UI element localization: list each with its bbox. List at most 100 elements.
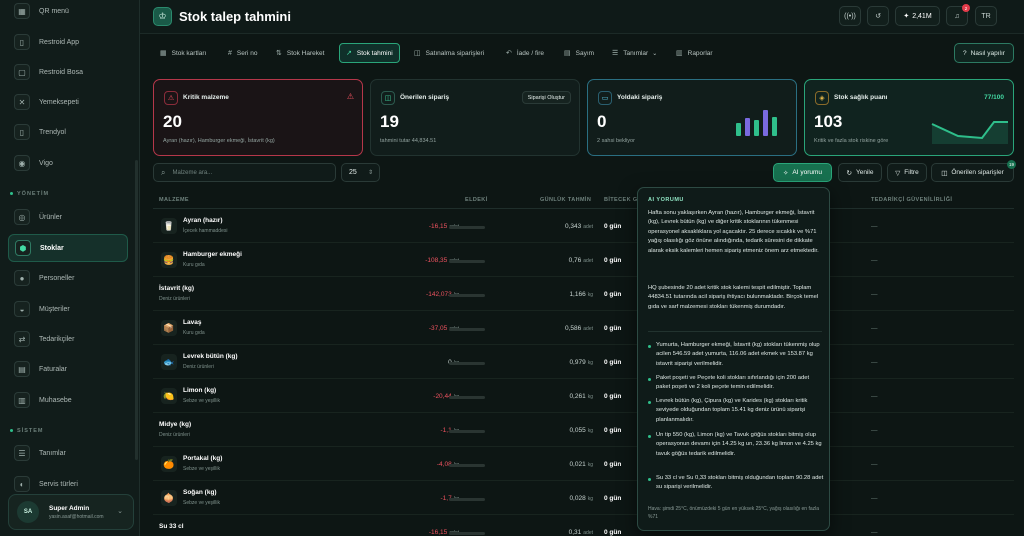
table-row[interactable]: 🍊 Portakal (kg) Sebze ve yeşillik -4,08kg 0,…: [153, 447, 1014, 481]
ai-bullet: Su 33 cl ve Su 0,33 stokları bitmiş oldu…: [648, 474, 824, 493]
mini-bar: [763, 110, 768, 136]
sidebar-item-restroid-app[interactable]: ▯ Restroid App: [8, 29, 128, 55]
stock-amount: -16,15: [428, 223, 448, 230]
days-left: 0 gün: [604, 291, 622, 298]
sidebar-item-staff[interactable]: ● Personeller: [8, 265, 128, 291]
table-row[interactable]: 🐟 Levrek bütün (kg) Deniz ürünleri 0kg 0,979…: [153, 345, 1014, 379]
ai-comment-button[interactable]: ✧ AI yorumu: [773, 163, 832, 182]
card-title: Önerilen sipariş: [400, 94, 450, 101]
sidebar-item-suppliers[interactable]: ⇄ Tedarikçiler: [8, 326, 128, 352]
table-row[interactable]: 🧅 Soğan (kg) Sebze ve yeşillik -1,7kg 0,028k…: [153, 481, 1014, 515]
qr-icon: ▦: [14, 3, 30, 19]
tab-definitions[interactable]: ☰ Tanımlar ⌄: [606, 43, 663, 63]
pin-icon: ◉: [14, 155, 30, 171]
daily-forecast: 0,028 kg: [513, 495, 593, 502]
product-thumbnail: 🍋: [161, 388, 177, 404]
card-value: 103: [814, 112, 843, 131]
table-row[interactable]: 🥛Ayran (hazır)İçecek hammaddesi-16,15ade…: [153, 209, 1014, 243]
filter-icon: ▽: [895, 169, 901, 177]
tablet-icon: ▯: [14, 124, 30, 140]
tab-count[interactable]: ▤ Sayım: [558, 43, 600, 63]
sidebar-item-yemeksepeti[interactable]: ✕ Yemeksepeti: [8, 89, 128, 115]
sidebar-item-vigo[interactable]: ◉ Vigo: [8, 150, 128, 176]
sidebar-item-accounting[interactable]: ▥ Muhasebe: [8, 387, 128, 413]
recommended-orders-button[interactable]: ◫ Önerilen siparişler 19: [931, 160, 1016, 182]
material-name: Limon (kg): [183, 387, 217, 394]
stock-level-bar: [449, 294, 485, 297]
tab-reports[interactable]: ▥ Raporlar: [670, 43, 719, 63]
section-label: SİSTEM: [17, 428, 44, 434]
sidebar-item-restroid-bosa[interactable]: ▢ Restroid Bosa: [8, 59, 128, 85]
history-button[interactable]: ↺: [867, 6, 889, 26]
product-thumbnail: 🍔: [161, 252, 177, 268]
alert-icon: ⚠: [164, 91, 178, 105]
table-row[interactable]: Midye (kg) Deniz ürünleri -1,1kg 0,055kg 0 g…: [153, 413, 1014, 447]
refresh-icon: ↻: [846, 169, 852, 177]
days-left: 0 gün: [604, 325, 622, 332]
daily-unit: kg: [587, 394, 593, 400]
user-menu[interactable]: SA Super Admin yasin.asaf@hotmail.com ⌄: [8, 494, 134, 530]
tab-purchase-orders[interactable]: ◫ Satınalma siparişleri: [408, 43, 490, 63]
page-size-select[interactable]: 25 ⇕: [341, 163, 380, 182]
days-left: 0 gün: [604, 257, 622, 264]
stock-value: -108,35adet: [363, 257, 459, 264]
sidebar-item-label: Ürünler: [39, 213, 62, 221]
tab-returns[interactable]: ↶ İade / fire: [500, 43, 550, 63]
history-icon: ↺: [875, 13, 881, 20]
create-order-button[interactable]: Siparişi Oluştur: [521, 91, 571, 104]
col-material[interactable]: MALZEME: [159, 197, 189, 203]
stock-value: -1,1kg: [363, 427, 459, 434]
ai-credit-button[interactable]: ✦ 2,41M: [895, 6, 940, 26]
table-row[interactable]: İstavrit (kg)Deniz ürünleri-142,073kg1,1…: [153, 277, 1014, 311]
tab-stock-forecast[interactable]: ↗ Stok tahmini: [339, 43, 400, 63]
sidebar-item-stocks[interactable]: ⬢ Stoklar: [8, 234, 128, 262]
sidebar-item-label: Restroid Bosa: [39, 68, 83, 76]
sidebar-item-customers[interactable]: ◒ Müşteriler: [8, 296, 128, 322]
phone-icon: ▯: [14, 34, 30, 50]
broadcast-button[interactable]: ((•)): [839, 6, 861, 26]
col-daily[interactable]: GÜNLÜK TAHMİN: [540, 197, 591, 203]
daily-forecast: 0,31 adet: [513, 529, 593, 536]
clipboard-icon: ▤: [564, 50, 571, 57]
page-title: Stok talep tahmini: [179, 9, 291, 24]
filter-button[interactable]: ▽ Filtre: [887, 163, 927, 182]
tab-stock-cards[interactable]: ▦ Stok kartları: [154, 43, 212, 63]
help-button[interactable]: ? Nasıl yapılır: [954, 43, 1014, 63]
table-row[interactable]: 🍋 Limon (kg) Sebze ve yeşillik -20,44kg 0,26…: [153, 379, 1014, 413]
daily-amount: 0,76: [568, 257, 582, 264]
search-input[interactable]: ⌕ Malzeme ara...: [153, 163, 336, 182]
users-icon: ◒: [14, 301, 30, 317]
table-row[interactable]: 📦LavaşKuru gıda-37,05adet0,586adet0 gün—: [153, 311, 1014, 345]
notifications-button[interactable]: ♫ 2: [946, 4, 970, 26]
col-stock[interactable]: ELDEKİ: [465, 197, 488, 203]
search-icon: ⌕: [161, 167, 166, 177]
chart-icon: ▥: [676, 50, 683, 57]
supplier-reliability: —: [871, 393, 878, 400]
sidebar-item-qr-menu[interactable]: ▦ QR menü: [8, 0, 128, 24]
page-size-value: 25: [349, 169, 357, 176]
sidebar-scrollbar[interactable]: [135, 160, 138, 460]
language-button[interactable]: TR: [975, 6, 997, 26]
sidebar-section-system: SİSTEM: [10, 428, 43, 434]
daily-amount: 0,979: [569, 359, 586, 366]
material-category: Kuru gıda: [183, 330, 205, 336]
col-supplier[interactable]: TEDARİKÇİ GÜVENİLİRLİĞİ: [871, 197, 952, 203]
table-row[interactable]: 🍔Hamburger ekmeğiKuru gıda-108,35adet0,7…: [153, 243, 1014, 277]
sidebar-item-definitions[interactable]: ☰ Tanımlar: [8, 440, 128, 466]
sidebar-item-invoices[interactable]: ▤ Faturalar: [8, 356, 128, 382]
sidebar-item-trendyol[interactable]: ▯ Trendyol: [8, 119, 128, 145]
daily-unit: kg: [587, 292, 593, 298]
daily-unit: adet: [583, 326, 593, 332]
table-row[interactable]: Su 33 cl-16,15adet0,31adet0 gün—: [153, 515, 1014, 536]
tab-serial-no[interactable]: # Seri no: [222, 43, 264, 63]
stock-value: -16,15adet: [363, 223, 459, 230]
ai-bullet: Paket poşeti ve Peçete koli stokları sıf…: [648, 374, 824, 393]
daily-forecast: 0,021 kg: [513, 461, 593, 468]
tab-label: İade / fire: [516, 49, 544, 57]
days-left: 0 gün: [604, 461, 622, 468]
user-info: Super Admin yasin.asaf@hotmail.com: [49, 505, 104, 520]
sidebar-item-products[interactable]: ◎ Ürünler: [8, 204, 128, 230]
refresh-button[interactable]: ↻ Yenile: [838, 163, 882, 182]
tab-stock-movement[interactable]: ⇅ Stok Hareket: [270, 43, 330, 63]
stock-value: -4,08kg: [363, 461, 459, 468]
